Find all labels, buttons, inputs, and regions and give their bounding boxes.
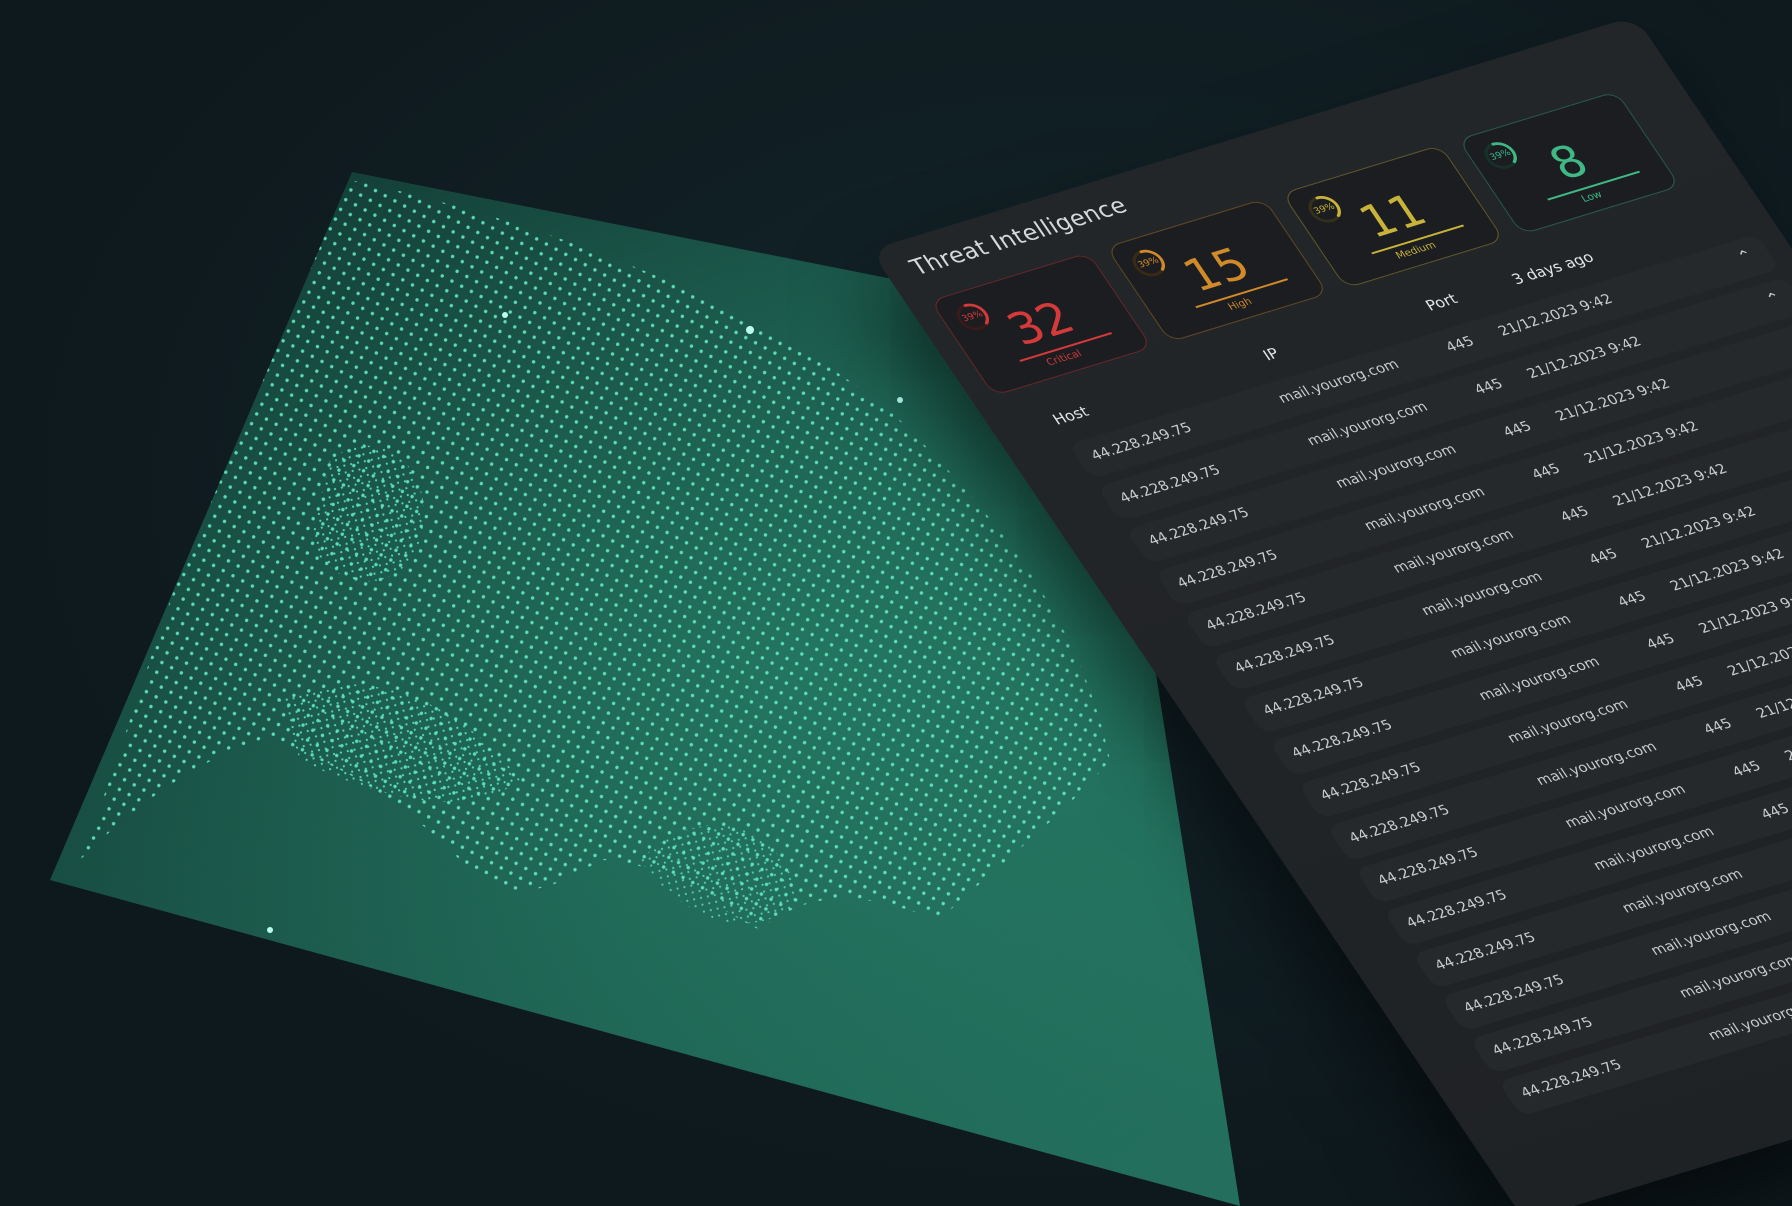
cell-host: 44.228.249.75	[1345, 802, 1454, 847]
cell-port: 445	[1557, 503, 1593, 526]
column-port[interactable]: Port	[1422, 290, 1461, 314]
cell-host: 44.228.249.75	[1259, 674, 1368, 719]
card-count: 32	[996, 291, 1085, 356]
cell-host: 44.228.249.75	[1460, 972, 1568, 1017]
cell-port: 445	[1757, 800, 1792, 823]
cell-host: 44.228.249.75	[1288, 717, 1396, 762]
cell-host: 44.228.249.75	[1431, 929, 1540, 974]
card-high[interactable]: 39% 15 High	[1105, 198, 1329, 343]
card-low[interactable]: 39% 8 Low	[1457, 90, 1681, 235]
cell-host: 44.228.249.75	[1317, 759, 1425, 804]
column-time[interactable]: 3 days ago	[1508, 248, 1597, 288]
column-host[interactable]: Host	[1049, 403, 1092, 429]
cell-port: 445	[1442, 333, 1478, 356]
cell-host: 44.228.249.75	[1403, 887, 1511, 932]
cell-port: 445	[1586, 546, 1621, 568]
cell-port: 445	[1614, 588, 1650, 611]
cell-port: 445	[1528, 461, 1564, 483]
chevron-up-icon[interactable]: ⌃	[1733, 246, 1757, 266]
chevron-up-icon[interactable]: ⌃	[1762, 288, 1786, 308]
cell-port: 445	[1671, 673, 1707, 696]
cell-port: 445	[1643, 631, 1679, 653]
cell-host: 44.228.249.75	[1173, 547, 1282, 592]
cell-host: 44.228.249.75	[1517, 1057, 1626, 1102]
column-ip[interactable]: IP	[1259, 345, 1282, 365]
cell-host: 44.228.249.75	[1116, 462, 1224, 507]
card-medium[interactable]: 39% 11 Medium	[1281, 144, 1505, 289]
cell-host: 44.228.249.75	[1231, 632, 1339, 677]
cell-port: 445	[1700, 716, 1736, 738]
cell-host: 44.228.249.75	[1374, 844, 1482, 889]
cell-port: 445	[1786, 843, 1792, 866]
cell-host: 44.228.249.75	[1489, 1014, 1597, 1059]
cell-port: 445	[1500, 418, 1535, 441]
cell-host: 44.228.249.75	[1145, 505, 1253, 549]
card-critical[interactable]: 39% 32 Critical	[929, 252, 1153, 397]
card-count: 15	[1172, 237, 1261, 302]
cell-host: 44.228.249.75	[1202, 589, 1310, 634]
cell-port: 445	[1471, 376, 1507, 398]
card-count: 11	[1348, 183, 1437, 248]
mockup-stage: Threat Intelligence 39% 32 Critical 39% …	[0, 0, 1792, 1206]
cell-port: 445	[1729, 758, 1765, 781]
card-count: 8	[1538, 134, 1599, 190]
